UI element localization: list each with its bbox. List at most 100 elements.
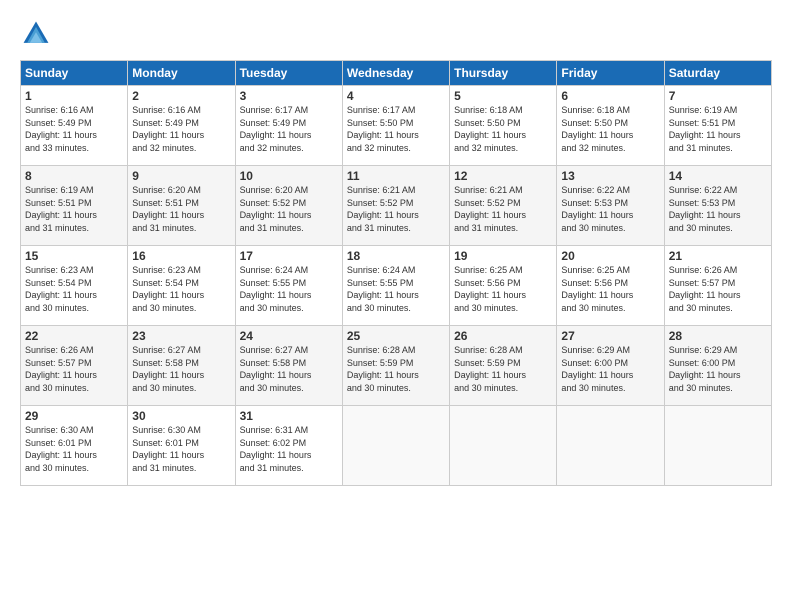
calendar-cell [342,406,449,486]
day-info: Sunrise: 6:18 AM Sunset: 5:50 PM Dayligh… [454,104,552,154]
calendar-cell: 7Sunrise: 6:19 AM Sunset: 5:51 PM Daylig… [664,86,771,166]
day-info: Sunrise: 6:21 AM Sunset: 5:52 PM Dayligh… [347,184,445,234]
calendar-week-row: 1Sunrise: 6:16 AM Sunset: 5:49 PM Daylig… [21,86,772,166]
calendar-cell: 11Sunrise: 6:21 AM Sunset: 5:52 PM Dayli… [342,166,449,246]
calendar-cell: 17Sunrise: 6:24 AM Sunset: 5:55 PM Dayli… [235,246,342,326]
calendar-cell: 29Sunrise: 6:30 AM Sunset: 6:01 PM Dayli… [21,406,128,486]
calendar-cell: 25Sunrise: 6:28 AM Sunset: 5:59 PM Dayli… [342,326,449,406]
logo-icon [20,18,52,50]
day-number: 14 [669,169,767,183]
day-info: Sunrise: 6:17 AM Sunset: 5:49 PM Dayligh… [240,104,338,154]
logo [20,18,56,50]
calendar-cell: 3Sunrise: 6:17 AM Sunset: 5:49 PM Daylig… [235,86,342,166]
day-number: 9 [132,169,230,183]
calendar: SundayMondayTuesdayWednesdayThursdayFrid… [20,60,772,486]
calendar-cell: 12Sunrise: 6:21 AM Sunset: 5:52 PM Dayli… [450,166,557,246]
page: SundayMondayTuesdayWednesdayThursdayFrid… [0,0,792,612]
calendar-header-row: SundayMondayTuesdayWednesdayThursdayFrid… [21,61,772,86]
day-info: Sunrise: 6:22 AM Sunset: 5:53 PM Dayligh… [669,184,767,234]
day-number: 3 [240,89,338,103]
calendar-cell: 8Sunrise: 6:19 AM Sunset: 5:51 PM Daylig… [21,166,128,246]
day-info: Sunrise: 6:23 AM Sunset: 5:54 PM Dayligh… [132,264,230,314]
day-number: 7 [669,89,767,103]
day-info: Sunrise: 6:22 AM Sunset: 5:53 PM Dayligh… [561,184,659,234]
day-number: 2 [132,89,230,103]
calendar-cell: 22Sunrise: 6:26 AM Sunset: 5:57 PM Dayli… [21,326,128,406]
day-number: 26 [454,329,552,343]
calendar-cell [664,406,771,486]
day-number: 16 [132,249,230,263]
day-info: Sunrise: 6:29 AM Sunset: 6:00 PM Dayligh… [669,344,767,394]
calendar-cell: 15Sunrise: 6:23 AM Sunset: 5:54 PM Dayli… [21,246,128,326]
day-info: Sunrise: 6:27 AM Sunset: 5:58 PM Dayligh… [132,344,230,394]
calendar-cell: 30Sunrise: 6:30 AM Sunset: 6:01 PM Dayli… [128,406,235,486]
calendar-cell: 14Sunrise: 6:22 AM Sunset: 5:53 PM Dayli… [664,166,771,246]
day-number: 1 [25,89,123,103]
day-number: 12 [454,169,552,183]
calendar-cell: 19Sunrise: 6:25 AM Sunset: 5:56 PM Dayli… [450,246,557,326]
day-number: 10 [240,169,338,183]
day-number: 30 [132,409,230,423]
day-info: Sunrise: 6:16 AM Sunset: 5:49 PM Dayligh… [25,104,123,154]
calendar-week-row: 22Sunrise: 6:26 AM Sunset: 5:57 PM Dayli… [21,326,772,406]
calendar-cell [557,406,664,486]
calendar-week-row: 29Sunrise: 6:30 AM Sunset: 6:01 PM Dayli… [21,406,772,486]
calendar-cell: 13Sunrise: 6:22 AM Sunset: 5:53 PM Dayli… [557,166,664,246]
calendar-cell: 6Sunrise: 6:18 AM Sunset: 5:50 PM Daylig… [557,86,664,166]
day-info: Sunrise: 6:25 AM Sunset: 5:56 PM Dayligh… [454,264,552,314]
day-number: 6 [561,89,659,103]
day-header-wednesday: Wednesday [342,61,449,86]
day-number: 19 [454,249,552,263]
day-number: 5 [454,89,552,103]
day-info: Sunrise: 6:26 AM Sunset: 5:57 PM Dayligh… [25,344,123,394]
day-info: Sunrise: 6:24 AM Sunset: 5:55 PM Dayligh… [240,264,338,314]
day-info: Sunrise: 6:20 AM Sunset: 5:52 PM Dayligh… [240,184,338,234]
day-info: Sunrise: 6:16 AM Sunset: 5:49 PM Dayligh… [132,104,230,154]
day-number: 24 [240,329,338,343]
day-number: 11 [347,169,445,183]
day-number: 20 [561,249,659,263]
day-header-saturday: Saturday [664,61,771,86]
calendar-cell: 2Sunrise: 6:16 AM Sunset: 5:49 PM Daylig… [128,86,235,166]
calendar-week-row: 8Sunrise: 6:19 AM Sunset: 5:51 PM Daylig… [21,166,772,246]
calendar-cell: 20Sunrise: 6:25 AM Sunset: 5:56 PM Dayli… [557,246,664,326]
day-info: Sunrise: 6:28 AM Sunset: 5:59 PM Dayligh… [347,344,445,394]
day-header-tuesday: Tuesday [235,61,342,86]
day-info: Sunrise: 6:19 AM Sunset: 5:51 PM Dayligh… [669,104,767,154]
day-header-friday: Friday [557,61,664,86]
day-number: 13 [561,169,659,183]
day-info: Sunrise: 6:21 AM Sunset: 5:52 PM Dayligh… [454,184,552,234]
day-number: 4 [347,89,445,103]
day-number: 21 [669,249,767,263]
calendar-cell: 23Sunrise: 6:27 AM Sunset: 5:58 PM Dayli… [128,326,235,406]
day-info: Sunrise: 6:19 AM Sunset: 5:51 PM Dayligh… [25,184,123,234]
calendar-cell: 4Sunrise: 6:17 AM Sunset: 5:50 PM Daylig… [342,86,449,166]
calendar-cell: 9Sunrise: 6:20 AM Sunset: 5:51 PM Daylig… [128,166,235,246]
day-number: 31 [240,409,338,423]
day-info: Sunrise: 6:31 AM Sunset: 6:02 PM Dayligh… [240,424,338,474]
day-info: Sunrise: 6:29 AM Sunset: 6:00 PM Dayligh… [561,344,659,394]
day-number: 28 [669,329,767,343]
calendar-cell: 27Sunrise: 6:29 AM Sunset: 6:00 PM Dayli… [557,326,664,406]
calendar-cell: 5Sunrise: 6:18 AM Sunset: 5:50 PM Daylig… [450,86,557,166]
day-info: Sunrise: 6:27 AM Sunset: 5:58 PM Dayligh… [240,344,338,394]
day-number: 23 [132,329,230,343]
calendar-cell: 16Sunrise: 6:23 AM Sunset: 5:54 PM Dayli… [128,246,235,326]
header [20,18,772,50]
calendar-cell: 21Sunrise: 6:26 AM Sunset: 5:57 PM Dayli… [664,246,771,326]
day-info: Sunrise: 6:20 AM Sunset: 5:51 PM Dayligh… [132,184,230,234]
calendar-cell: 28Sunrise: 6:29 AM Sunset: 6:00 PM Dayli… [664,326,771,406]
day-info: Sunrise: 6:30 AM Sunset: 6:01 PM Dayligh… [25,424,123,474]
day-number: 15 [25,249,123,263]
day-info: Sunrise: 6:17 AM Sunset: 5:50 PM Dayligh… [347,104,445,154]
day-info: Sunrise: 6:24 AM Sunset: 5:55 PM Dayligh… [347,264,445,314]
calendar-week-row: 15Sunrise: 6:23 AM Sunset: 5:54 PM Dayli… [21,246,772,326]
calendar-cell [450,406,557,486]
calendar-cell: 26Sunrise: 6:28 AM Sunset: 5:59 PM Dayli… [450,326,557,406]
day-info: Sunrise: 6:18 AM Sunset: 5:50 PM Dayligh… [561,104,659,154]
day-info: Sunrise: 6:23 AM Sunset: 5:54 PM Dayligh… [25,264,123,314]
day-number: 22 [25,329,123,343]
day-number: 8 [25,169,123,183]
calendar-cell: 31Sunrise: 6:31 AM Sunset: 6:02 PM Dayli… [235,406,342,486]
day-info: Sunrise: 6:28 AM Sunset: 5:59 PM Dayligh… [454,344,552,394]
